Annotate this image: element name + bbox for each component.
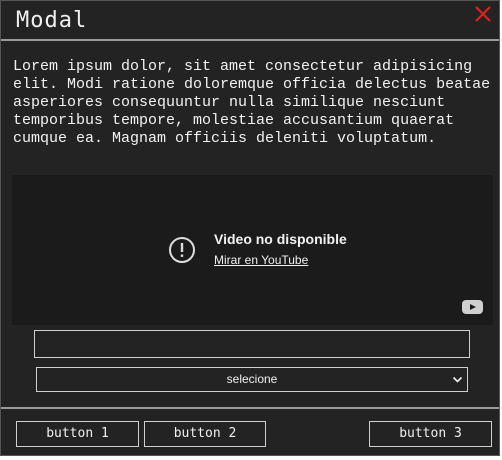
error-icon <box>169 237 195 263</box>
watch-on-youtube-link[interactable]: Mirar en YouTube <box>214 253 308 267</box>
select-dropdown[interactable]: selecione <box>36 367 468 392</box>
modal-dialog: Modal Lorem ipsum dolor, sit amet consec… <box>0 0 500 456</box>
button-2[interactable]: button 2 <box>144 421 266 447</box>
button-1[interactable]: button 1 <box>16 421 139 447</box>
text-input[interactable] <box>34 330 470 358</box>
modal-body-text: Lorem ipsum dolor, sit amet consectetur … <box>13 58 491 147</box>
modal-header: Modal <box>1 1 499 41</box>
close-icon <box>475 6 491 22</box>
youtube-logo-icon[interactable] <box>462 300 483 314</box>
button-3[interactable]: button 3 <box>369 421 492 447</box>
modal-footer: button 1 button 2 button 3 <box>1 407 499 457</box>
select-value: selecione <box>226 372 278 386</box>
embedded-video[interactable]: Video no disponible Mirar en YouTube <box>12 175 493 325</box>
chevron-down-icon <box>452 376 463 383</box>
close-button[interactable] <box>473 4 493 24</box>
modal-title: Modal <box>16 8 88 33</box>
video-unavailable-message: Video no disponible <box>214 231 347 247</box>
